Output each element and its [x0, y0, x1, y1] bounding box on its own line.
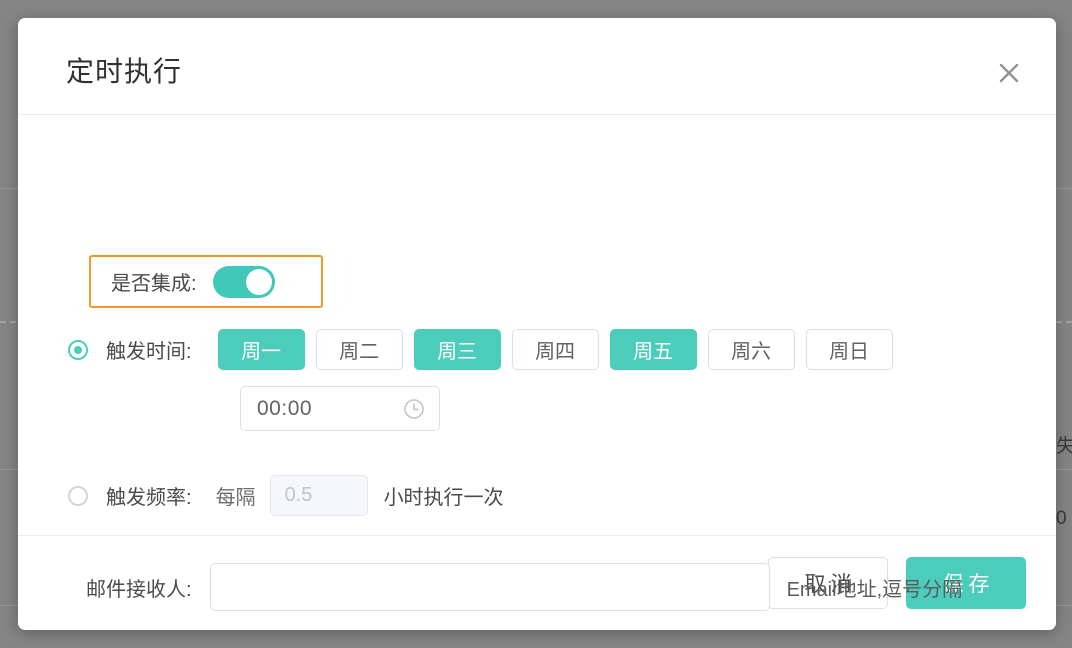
toggle-knob	[245, 268, 272, 295]
email-recipients-row: 邮件接收人: Email地址,逗号分隔	[86, 563, 962, 611]
interval-hours-input[interactable]	[269, 475, 368, 516]
email-recipients-label: 邮件接收人:	[86, 578, 192, 601]
weekday-button-wednesday[interactable]: 周三	[413, 329, 501, 370]
trigger-time-label: 触发时间:	[106, 341, 192, 363]
close-icon[interactable]	[992, 56, 1026, 90]
trigger-frequency-label: 触发频率:	[106, 487, 192, 509]
dialog-header: 定时执行	[18, 18, 1056, 115]
weekday-button-thursday[interactable]: 周四	[511, 329, 599, 370]
weekday-button-saturday[interactable]: 周六	[707, 329, 795, 370]
trigger-frequency-row: 触发频率: 每隔 小时执行一次	[68, 475, 504, 516]
trigger-time-row: 触发时间: 周一 周二 周三 周四 周五 周六 周日	[68, 329, 893, 370]
weekday-button-friday[interactable]: 周五	[609, 329, 697, 370]
weekday-button-sunday[interactable]: 周日	[805, 329, 893, 370]
time-picker-input[interactable]: 00:00	[240, 386, 440, 431]
scheduled-execution-dialog: 定时执行 是否集成: 触发时间: 周一 周二 周三 周四 周五 周六 周日 00…	[18, 18, 1056, 630]
clock-icon-glyph	[404, 398, 424, 419]
background-text-fragment: 失	[1056, 436, 1072, 457]
background-text-fragment: 0	[1056, 508, 1067, 529]
close-icon-glyph	[999, 63, 1019, 83]
time-picker-value: 00:00	[257, 396, 313, 420]
weekday-button-tuesday[interactable]: 周二	[315, 329, 403, 370]
integration-field-highlight: 是否集成:	[89, 255, 323, 308]
interval-prefix-label: 每隔	[215, 487, 256, 509]
trigger-frequency-radio[interactable]	[68, 485, 88, 506]
interval-suffix-label: 小时执行一次	[383, 487, 504, 509]
email-format-hint: Email地址,逗号分隔	[786, 578, 963, 601]
dialog-body: 是否集成: 触发时间: 周一 周二 周三 周四 周五 周六 周日 00:00 触…	[18, 115, 1056, 611]
dialog-title: 定时执行	[66, 56, 183, 87]
integration-toggle[interactable]	[212, 265, 275, 298]
email-recipients-input[interactable]	[209, 563, 770, 611]
weekday-button-group: 周一 周二 周三 周四 周五 周六 周日	[217, 329, 893, 370]
weekday-button-monday[interactable]: 周一	[217, 329, 305, 370]
integration-label: 是否集成:	[111, 273, 197, 295]
clock-icon	[403, 398, 425, 420]
trigger-time-radio[interactable]	[68, 339, 88, 360]
